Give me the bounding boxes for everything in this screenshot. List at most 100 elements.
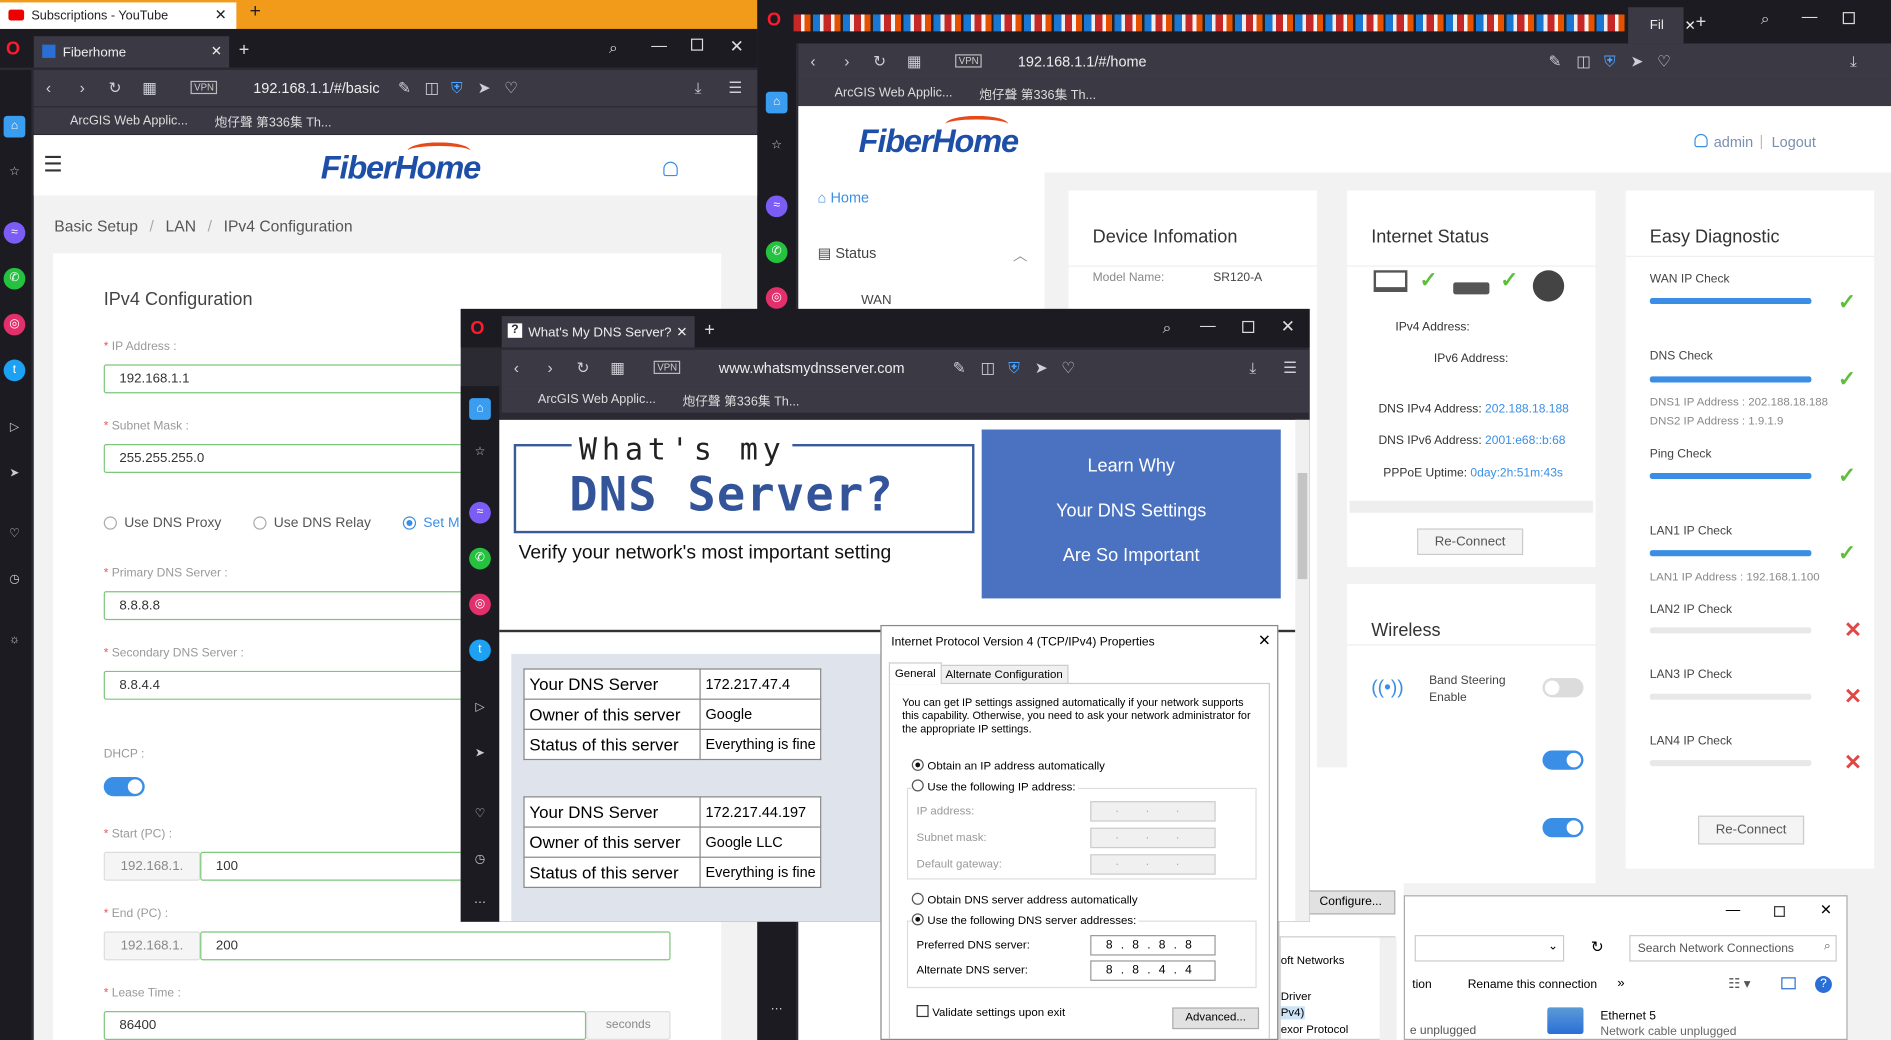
camera-icon[interactable]: ◫ [980,358,995,377]
maximize-icon[interactable] [691,38,704,51]
whatsapp-icon[interactable]: ✆ [3,267,26,290]
maximize-icon[interactable] [1842,12,1855,25]
download-icon[interactable]: ⤓ [1249,358,1256,377]
heart-icon[interactable]: ♡ [504,78,518,97]
forward-icon[interactable]: › [80,78,85,96]
lightbulb-icon[interactable]: ☼ [4,630,26,652]
heart-icon[interactable]: ♡ [4,524,26,546]
vpn-badge[interactable]: VPN [190,80,218,95]
list-scrollbar[interactable] [1379,937,1397,1040]
youtube-tab[interactable]: Subscriptions - YouTube ✕ [0,2,237,29]
send-icon[interactable]: ➤ [4,463,26,485]
shield-icon[interactable]: ⛨ [1008,358,1020,377]
advanced-button[interactable]: Advanced... [1172,1007,1260,1030]
minimize-icon[interactable]: — [1726,901,1740,918]
horizontal-scrollbar[interactable] [1349,500,1594,513]
opera-logo-icon[interactable]: O [470,319,484,340]
search-tabs-icon[interactable]: ⌕ [1163,319,1172,338]
band-steering-toggle[interactable] [1542,678,1584,698]
heart-icon[interactable]: ♡ [469,804,491,826]
wifi-5-toggle[interactable] [1542,818,1584,838]
star-icon[interactable]: ☆ [4,162,26,184]
rename-connection-button[interactable]: Rename this connection [1468,978,1597,991]
preview-pane-icon[interactable] [1781,977,1796,990]
messenger-icon[interactable]: ≈ [469,501,491,524]
instagram-icon[interactable]: ◎ [765,287,788,309]
search-input[interactable]: Search Network Connections ⌕ [1629,935,1837,962]
more-toolbar-button[interactable]: » [1617,976,1624,990]
history-icon[interactable]: ◷ [469,849,491,871]
bookmark-arcgis[interactable]: ArcGIS Web Applic... [835,86,953,100]
nav-home[interactable]: ⌂ Home [818,189,869,206]
dns-tab[interactable]: ? What's My DNS Server? ✕ [501,316,695,348]
logout-link[interactable]: Logout [1772,134,1816,151]
whatsapp-icon[interactable]: ✆ [765,241,788,264]
preferred-dns-input[interactable]: 8 . 8 . 8 . 8 [1090,935,1216,956]
close-icon[interactable]: ✕ [215,6,227,23]
more-icon[interactable]: ⋯ [766,999,788,1021]
learn-why-banner[interactable]: Learn Why Your DNS Settings Are So Impor… [981,429,1281,599]
player-icon[interactable]: ▷ [4,417,26,439]
validate-checkbox[interactable]: Validate settings upon exit [916,1005,1065,1019]
minimize-icon[interactable]: — [1802,7,1818,25]
use-dns-radio[interactable]: Use the following DNS server addresses: [911,913,1139,928]
heart-icon[interactable]: ♡ [1061,358,1075,377]
vpn-badge[interactable]: VPN [653,360,681,375]
send-icon[interactable]: ➤ [478,78,491,97]
opera-logo-icon[interactable]: O [6,39,20,60]
toolbar-item[interactable]: tion [1412,978,1431,991]
minimize-icon[interactable]: — [651,36,667,54]
home-icon[interactable]: ⌂ [3,115,26,138]
internet-reconnect-button[interactable]: Re-Connect [1417,528,1524,555]
whatsapp-icon[interactable]: ✆ [469,547,491,570]
bookmark-arcgis[interactable]: ArcGIS Web Applic... [538,392,656,406]
search-tabs-icon[interactable]: ⌕ [1761,10,1770,29]
shield-icon[interactable]: ⛨ [1604,52,1616,71]
shield-icon[interactable]: ⛨ [451,78,463,97]
list-item[interactable]: Pv4) [1280,1006,1305,1020]
set-manual-radio[interactable]: Set M [402,516,460,531]
breadcrumb-basic-setup[interactable]: Basic Setup [54,217,138,235]
bookmark-video[interactable]: 炮仔聲 第336集 Th... [979,86,1096,104]
send-icon[interactable]: ➤ [469,743,491,765]
heart-icon[interactable]: ♡ [1657,52,1671,71]
menu-icon[interactable]: ☰ [1283,358,1297,377]
list-item[interactable]: Driver [1281,991,1312,1004]
tabs-grid-icon[interactable]: ▦ [142,78,157,97]
connection-item[interactable]: e unplugged [1410,1024,1476,1037]
obtain-ip-radio[interactable]: Obtain an IP address automatically [911,758,1105,773]
nav-wan[interactable]: WAN [861,293,891,307]
dns-relay-radio[interactable]: Use DNS Relay [253,516,371,531]
new-tab-icon[interactable]: + [704,320,715,341]
new-tab-icon[interactable]: + [1696,12,1707,33]
send-icon[interactable]: ➤ [1035,358,1048,377]
download-icon[interactable]: ⤓ [1850,52,1857,71]
instagram-icon[interactable]: ◎ [3,313,26,336]
close-icon[interactable]: ✕ [1685,18,1696,33]
user-icon[interactable] [663,161,678,177]
edit-icon[interactable]: ✎ [398,78,411,97]
edit-icon[interactable]: ✎ [953,358,966,377]
tab-alternate-configuration[interactable]: Alternate Configuration [939,664,1069,685]
address-bar[interactable]: ⌄ [1414,935,1565,962]
wifi-24-toggle[interactable] [1542,750,1584,770]
dhcp-toggle[interactable] [103,776,145,797]
fiberhome-tab[interactable]: Fiberhome ✕ [33,36,230,68]
ethernet5-item[interactable]: Ethernet 5 Network cable unplugged [1600,1010,1736,1039]
bookmark-video[interactable]: 炮仔聲 第336集 Th... [683,392,800,410]
obtain-dns-radio[interactable]: Obtain DNS server address automatically [911,892,1138,907]
tabs-grid-icon[interactable]: ▦ [610,358,625,377]
player-icon[interactable]: ▷ [469,697,491,719]
messenger-icon[interactable]: ≈ [765,195,788,218]
admin-link[interactable]: admin [1714,134,1753,151]
ip-address-input[interactable]: . . . [1090,801,1216,822]
history-icon[interactable]: ◷ [4,569,26,591]
edit-icon[interactable]: ✎ [1549,52,1562,71]
forward-icon[interactable]: › [548,358,553,376]
view-options-icon[interactable]: ☷ ▾ [1728,976,1750,991]
alternate-dns-input[interactable]: 8 . 8 . 4 . 4 [1090,960,1216,981]
forward-icon[interactable]: › [844,52,849,70]
url-bar[interactable]: 192.168.1.1/#/home [1018,53,1147,70]
more-icon[interactable]: ⋯ [469,893,491,915]
home-icon[interactable]: ⌂ [469,398,491,420]
